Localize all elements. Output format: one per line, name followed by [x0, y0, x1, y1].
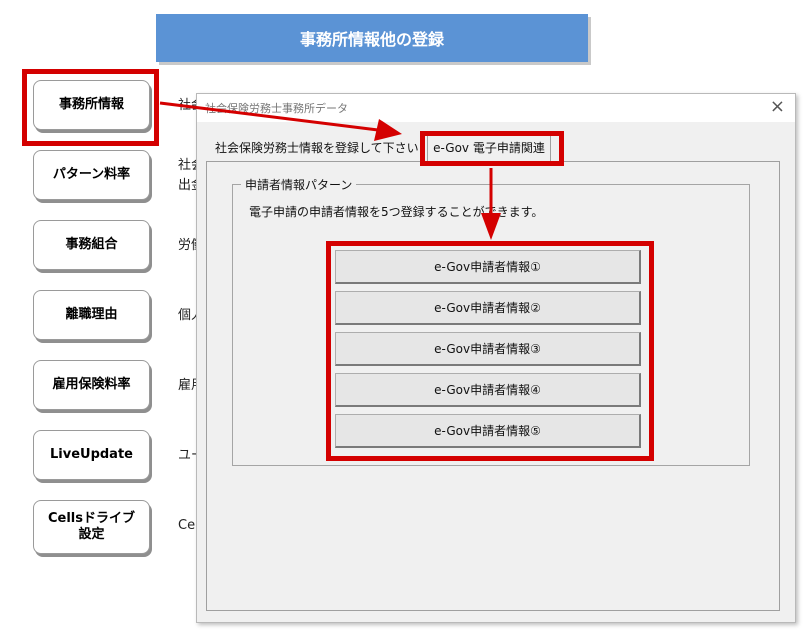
arrow-head-to-tab: [374, 119, 402, 141]
arrow-head-to-buttons: [481, 213, 501, 240]
arrow-annotations: [159, 101, 501, 240]
arrow-line-to-tab: [159, 101, 379, 132]
